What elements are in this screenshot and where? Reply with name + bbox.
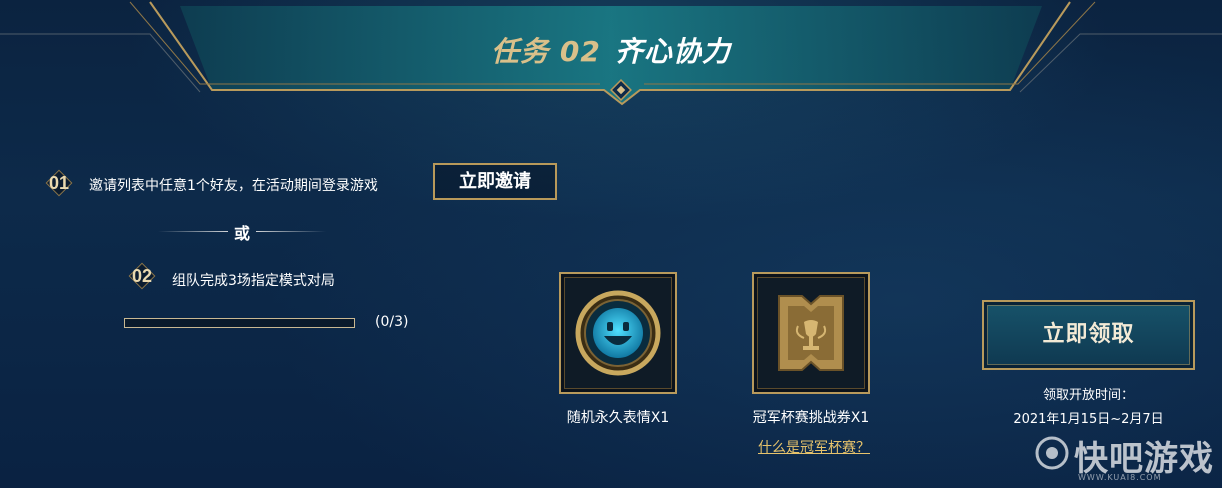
claim-time-label: 领取开放时间： xyxy=(1042,388,1134,403)
divider-line-right xyxy=(256,231,326,232)
title-banner: 任务 02 齐心协力 xyxy=(0,0,1222,110)
invite-button[interactable]: 立即邀请 xyxy=(433,163,557,200)
reward-ticket-name: 冠军杯赛挑战券X1 xyxy=(752,410,870,426)
task1-description: 邀请列表中任意1个好友，在活动期间登录游戏 xyxy=(89,178,378,194)
task2-description: 组队完成3场指定模式对局 xyxy=(172,273,335,289)
watermark-url: WWW.KUAI8.COM xyxy=(1078,473,1162,482)
mission-number: 任务 02 xyxy=(491,35,601,68)
reward-emote-name: 随机永久表情X1 xyxy=(566,410,670,426)
watermark-logo-icon xyxy=(1035,436,1069,470)
claim-button[interactable]: 立即领取 xyxy=(982,300,1195,370)
reward-clash-ticket[interactable] xyxy=(752,272,870,394)
trophy-ticket-icon xyxy=(778,295,844,371)
task2-progress-text: (0/3) xyxy=(375,314,409,330)
task2-number: 02 xyxy=(131,266,153,286)
smiley-emote-icon xyxy=(575,290,661,376)
what-is-clash-link[interactable]: 什么是冠军杯赛？ xyxy=(750,437,878,457)
task2-badge: 02 xyxy=(127,261,157,291)
divider-or: 或 xyxy=(233,224,250,243)
divider-line-left xyxy=(158,231,228,232)
claim-time-range: 2021年1月15日~2月7日 xyxy=(1013,412,1164,427)
mission-title: 齐心协力 xyxy=(614,35,731,68)
reward-emote[interactable] xyxy=(559,272,677,394)
page-title: 任务 02 齐心协力 xyxy=(0,30,1222,70)
task1-number: 01 xyxy=(48,173,70,193)
task2-progress-bar xyxy=(124,318,355,328)
task1-badge: 01 xyxy=(44,168,74,198)
